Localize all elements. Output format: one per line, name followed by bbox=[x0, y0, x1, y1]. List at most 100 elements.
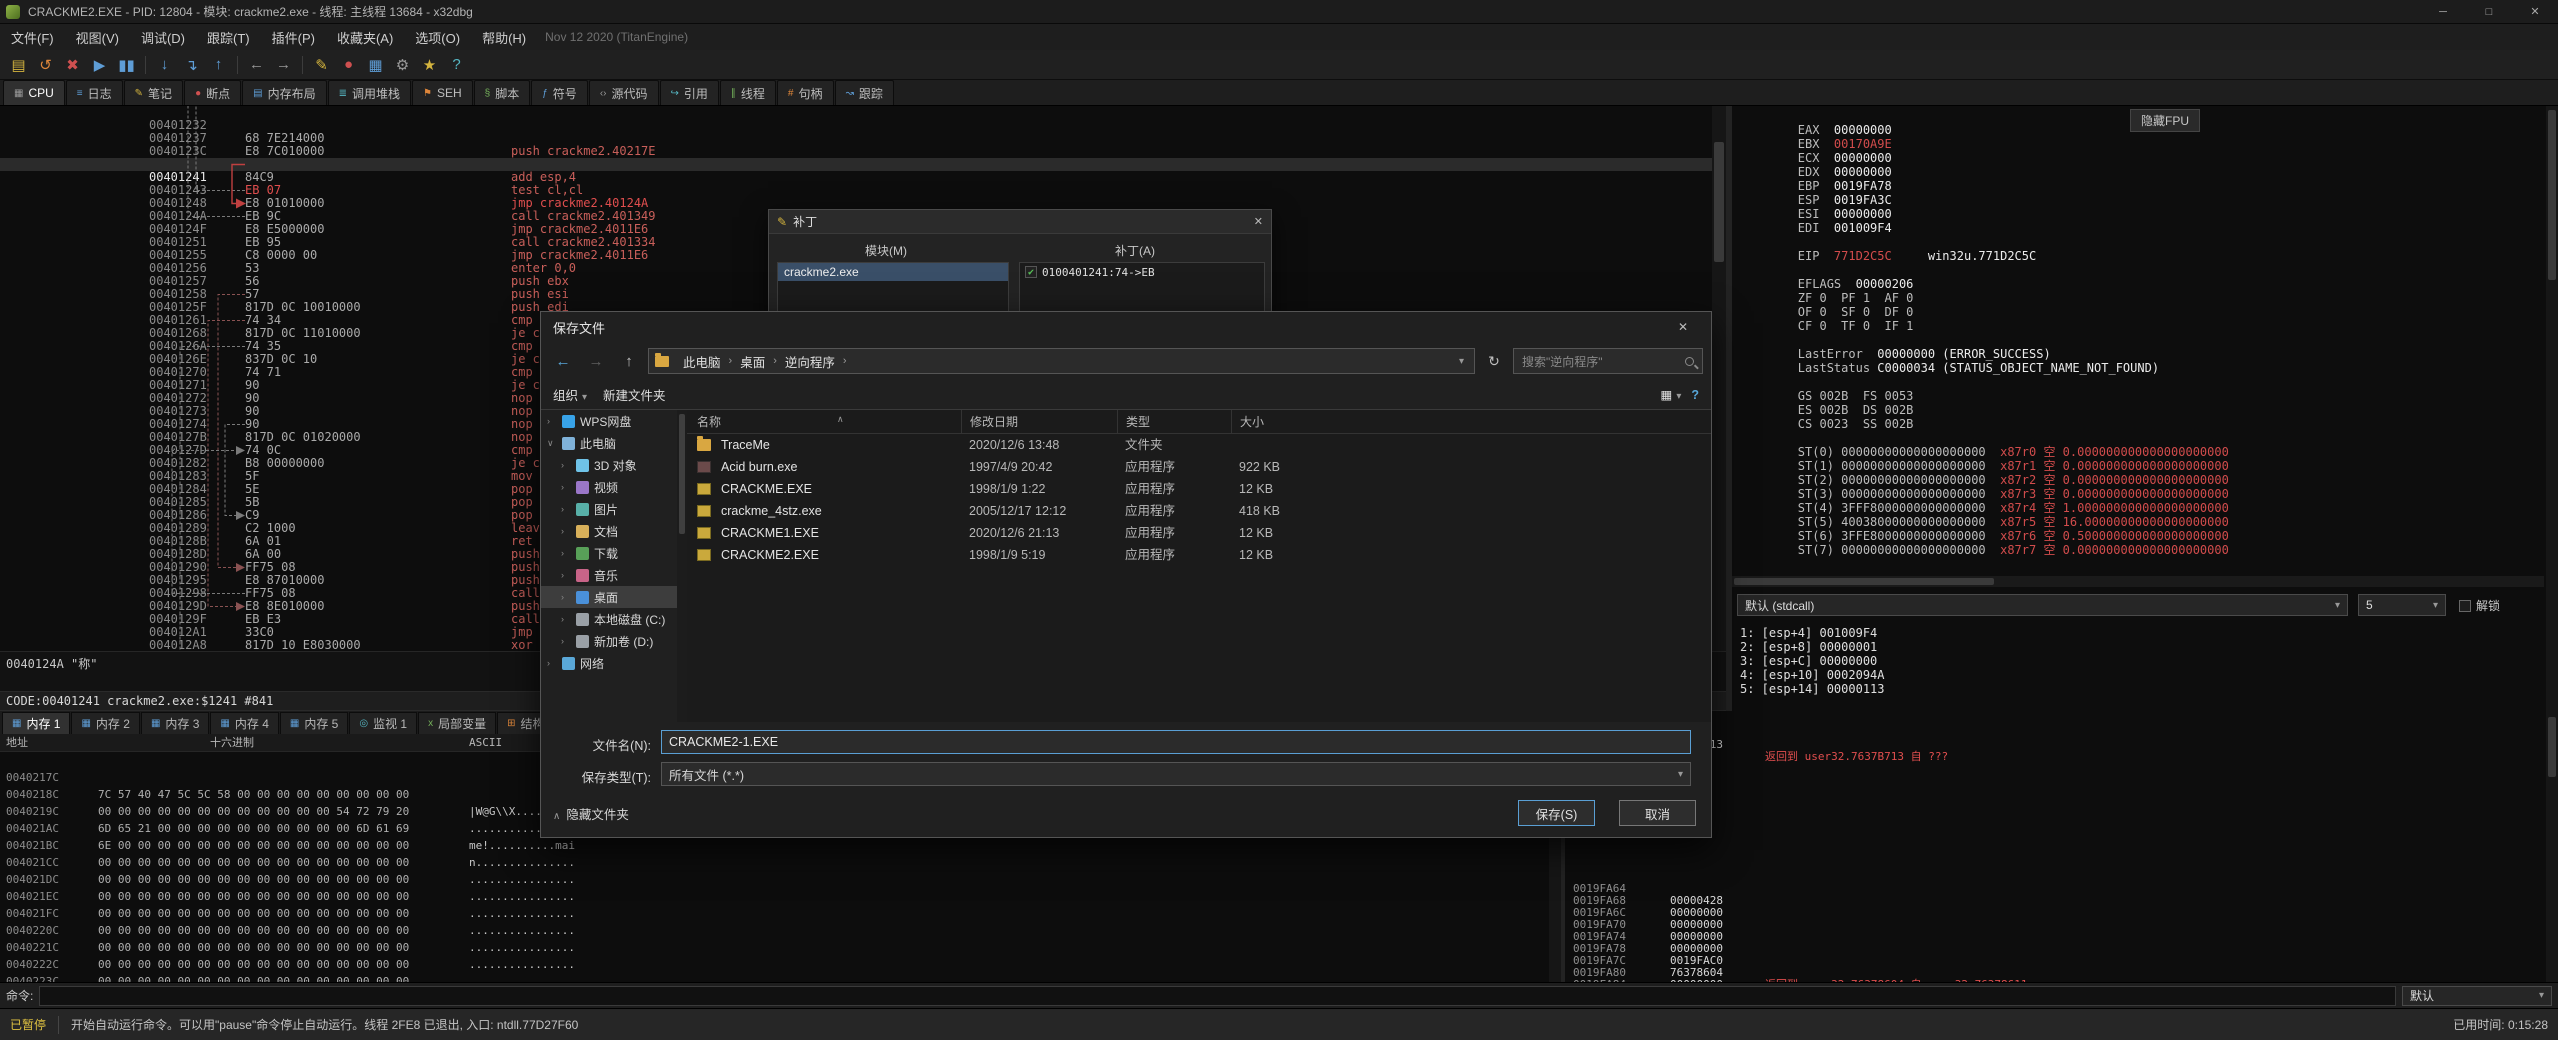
disasm-row[interactable]: 0040123F 84C9 test cl,cl bbox=[0, 145, 1726, 197]
watch-tab-1[interactable]: ◎ 监视 1 bbox=[349, 712, 418, 734]
filetype-select[interactable]: 所有文件 (*.*) ▾ bbox=[661, 762, 1691, 786]
hide-fpu-button[interactable]: 隐藏FPU bbox=[2130, 109, 2201, 132]
script-button[interactable]: ✎ bbox=[308, 52, 335, 78]
stack-row[interactable]: 0019FA3C 7637B713 返回到 user32.7637B713 自 … bbox=[1565, 715, 2558, 763]
up-button[interactable]: ↑ bbox=[615, 348, 643, 374]
tab-trace[interactable]: ↝ 跟踪 bbox=[834, 80, 894, 105]
dump-row[interactable]: 0040223C 00 00 00 00 00 00 00 00 00 00 0… bbox=[0, 956, 1561, 1022]
cancel-button[interactable]: 取消 bbox=[1619, 800, 1696, 826]
nav-this-pc[interactable]: ∨ 此电脑 bbox=[541, 432, 687, 454]
open-file-button[interactable]: ▤ bbox=[5, 52, 32, 78]
arg-count-spinner[interactable]: 5 ▾ bbox=[2358, 594, 2446, 616]
folder-tree-scrollbar[interactable] bbox=[677, 410, 687, 722]
breakpoints-button[interactable]: ● bbox=[335, 52, 362, 78]
disasm-row[interactable]: 00401237 E8 7C010000 call crackme2.4013B… bbox=[0, 119, 1726, 171]
disasm-row[interactable]: 00401232 68 7E214000 push crackme2.40217… bbox=[0, 106, 1726, 171]
favourites-button[interactable]: ★ bbox=[416, 52, 443, 78]
checkbox-icon[interactable]: ✔ bbox=[1025, 266, 1037, 278]
menu-options[interactable]: 选项(O) bbox=[404, 25, 471, 50]
step-over-button[interactable]: ↴ bbox=[178, 52, 205, 78]
tab-call-stack[interactable]: ≣ 调用堆栈 bbox=[327, 80, 411, 105]
nav-music[interactable]: › 音乐 bbox=[541, 564, 687, 586]
stack-row[interactable]: 0019FA7C 76378604 返回到 user32.76378604 自 … bbox=[1565, 943, 2558, 991]
menu-trace[interactable]: 跟踪(T) bbox=[196, 25, 261, 50]
command-input[interactable] bbox=[39, 985, 2396, 1006]
dump-row[interactable]: 0040220C 00 00 00 00 00 00 00 00 00 00 0… bbox=[0, 905, 1561, 971]
back-button[interactable]: ← bbox=[243, 52, 270, 78]
stack-row[interactable]: 0019FA84 00000001 bbox=[1565, 967, 2558, 1003]
tab-notes[interactable]: ✎ 笔记 bbox=[123, 80, 184, 105]
toolbar-button[interactable] bbox=[232, 52, 243, 78]
stack-row[interactable]: 0019FA74 00000000 bbox=[1565, 919, 2558, 955]
CRACKME.EXE[interactable]: CRACKME.EXE 1998/1/9 1:22 应用程序 12 KB bbox=[687, 478, 1711, 500]
menu-view[interactable]: 视图(V) bbox=[65, 25, 130, 50]
help-button[interactable]: ? bbox=[443, 52, 470, 78]
stack-row[interactable]: 0019FA64 00000428 bbox=[1565, 871, 2558, 907]
stack-row[interactable]: 0019FA6C 00000000 bbox=[1565, 895, 2558, 931]
toolbar-button[interactable] bbox=[297, 52, 308, 78]
command-profile-select[interactable]: 默认 ▾ bbox=[2402, 985, 2552, 1006]
CRACKME1.EXE[interactable]: CRACKME1.EXE 2020/12/6 21:13 应用程序 12 KB bbox=[687, 522, 1711, 544]
Acid burn.exe[interactable]: Acid burn.exe 1997/4/9 20:42 应用程序 922 KB bbox=[687, 456, 1711, 478]
tab-seh[interactable]: ⚑ SEH bbox=[412, 80, 473, 105]
dump-row[interactable]: 0040221C 00 00 00 00 00 00 00 00 00 00 0… bbox=[0, 922, 1561, 988]
registers-pane[interactable]: EAX 00000000 EBX 00170A9E ECX 00000000 E… bbox=[1732, 106, 2558, 711]
nav-downloads[interactable]: › 下载 bbox=[541, 542, 687, 564]
pause-button[interactable]: ▮▮ bbox=[113, 52, 140, 78]
stack-row[interactable]: 0019FA68 00000000 bbox=[1565, 883, 2558, 919]
stack-row[interactable]: 0019FA70 00000000 bbox=[1565, 907, 2558, 943]
close-button[interactable]: ✕ bbox=[2512, 0, 2558, 24]
minimize-button[interactable]: ─ bbox=[2420, 0, 2466, 24]
close-icon[interactable]: ✕ bbox=[1667, 320, 1699, 334]
menu-file[interactable]: 文件(F) bbox=[0, 25, 65, 50]
breadcrumb[interactable]: 此电脑 › 桌面 › 逆向程序 › ▾ bbox=[648, 348, 1475, 374]
organize-button[interactable]: 组织 ▾ bbox=[553, 385, 587, 404]
dump-tab-5[interactable]: ▦ 内存 5 bbox=[279, 712, 349, 734]
memory-map-button[interactable]: ▦ bbox=[362, 52, 389, 78]
forward-button[interactable]: → bbox=[270, 52, 297, 78]
forward-button[interactable]: → bbox=[582, 348, 610, 374]
column-date[interactable]: 修改日期 bbox=[961, 410, 1018, 434]
filename-input[interactable] bbox=[661, 730, 1691, 754]
nav-documents[interactable]: › 文档 bbox=[541, 520, 687, 542]
dump-row[interactable]: 004021FC 00 00 00 00 00 00 00 00 00 00 0… bbox=[0, 888, 1561, 954]
column-name[interactable]: 名称 bbox=[697, 410, 721, 434]
disasm-scrollbar[interactable] bbox=[1712, 106, 1726, 651]
register-line[interactable]: LastError 00000000 (ERROR_SUCCESS) bbox=[1732, 333, 2558, 361]
search-input[interactable]: 搜索"逆向程序" bbox=[1513, 348, 1703, 374]
dump-row[interactable]: 0040222C 00 00 00 00 00 00 00 00 00 00 0… bbox=[0, 939, 1561, 1005]
menu-help[interactable]: 帮助(H) bbox=[471, 25, 537, 50]
nav-desktop[interactable]: › 桌面 bbox=[541, 586, 687, 608]
menu-plugins[interactable]: 插件(P) bbox=[261, 25, 326, 50]
tab-references[interactable]: ↪ 引用 bbox=[659, 80, 719, 105]
disasm-row[interactable]: 00401241 EB 07 jmp crackme2.40124A 关键跳转 bbox=[0, 158, 1726, 223]
tab-cpu[interactable]: ▦ CPU bbox=[3, 80, 65, 105]
tab-script[interactable]: § 脚本 bbox=[473, 80, 531, 105]
nav-wps-drive[interactable]: › WPS网盘 bbox=[541, 410, 687, 432]
toolbar-button[interactable] bbox=[140, 52, 151, 78]
column-size[interactable]: 大小 bbox=[1231, 410, 1264, 434]
nav-disk-d[interactable]: › 新加卷 (D:) bbox=[541, 630, 687, 652]
folder-tree[interactable]: › WPS网盘 ∨ 此电脑 › 3D 对象 › 视频 › 图片 › 文档 › 下… bbox=[541, 410, 687, 722]
registers-vscrollbar[interactable] bbox=[2546, 106, 2558, 711]
nav-3d-objects[interactable]: › 3D 对象 bbox=[541, 454, 687, 476]
maximize-button[interactable]: □ bbox=[2466, 0, 2512, 24]
tab-symbols[interactable]: ƒ 符号 bbox=[531, 80, 588, 105]
tab-handles[interactable]: # 句柄 bbox=[776, 80, 834, 105]
breadcrumb-item[interactable]: 桌面 › bbox=[734, 352, 779, 371]
nav-pictures[interactable]: › 图片 bbox=[541, 498, 687, 520]
hide-folders-button[interactable]: ∧ 隐藏文件夹 bbox=[553, 804, 629, 823]
disasm-row[interactable]: 00401248 EB 9C jmp crackme2.4011E6 bbox=[0, 184, 1726, 236]
restart-button[interactable]: ↺ bbox=[32, 52, 59, 78]
view-mode-button[interactable]: ▦ ▾ bbox=[1661, 387, 1682, 402]
calling-convention-select[interactable]: 默认 (stdcall) ▾ bbox=[1737, 594, 2348, 616]
registers-hscrollbar[interactable] bbox=[1732, 576, 2544, 587]
crackme_4stz.exe[interactable]: crackme_4stz.exe 2005/12/17 12:12 应用程序 4… bbox=[687, 500, 1711, 522]
dump-tab-4[interactable]: ▦ 内存 4 bbox=[210, 712, 279, 734]
register-line[interactable]: EIP 771D2C5C win32u.771D2C5C bbox=[1732, 235, 2558, 263]
breadcrumb-item[interactable]: 逆向程序 › bbox=[779, 352, 849, 371]
dump-tab-3[interactable]: ▦ 内存 3 bbox=[140, 712, 210, 734]
module-list-item[interactable]: crackme2.exe bbox=[778, 263, 1008, 281]
dump-tab-2[interactable]: ▦ 内存 2 bbox=[71, 712, 140, 734]
stop-debug-button[interactable]: ✖ bbox=[59, 52, 86, 78]
